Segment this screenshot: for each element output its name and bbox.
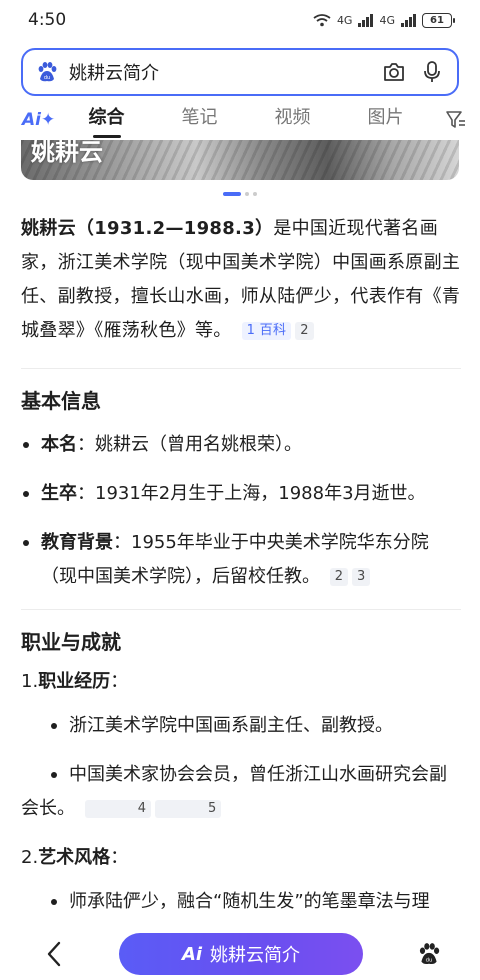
item-colon: ： (110, 671, 129, 692)
baidu-paw-icon: du (35, 60, 59, 84)
battery-level: 61 (430, 14, 444, 26)
svg-text:du: du (44, 75, 50, 81)
wifi-icon (313, 14, 331, 27)
item-key: 本名 (41, 434, 77, 455)
item-key: 艺术风格 (38, 847, 111, 868)
signal-icon-2 (401, 13, 416, 27)
signal-label-1: 4G (336, 13, 353, 27)
status-time: 4:50 (28, 10, 67, 30)
item-number: 1. (21, 671, 39, 692)
ai-mark: Ai (181, 943, 203, 965)
filter-icon[interactable] (432, 110, 480, 130)
chevron-left-icon (47, 941, 61, 967)
carousel-dot (245, 192, 249, 196)
carousel-dot (253, 192, 257, 196)
section-title-basic-info: 基本信息 (21, 389, 101, 413)
item-number: 2. (21, 847, 39, 868)
search-input[interactable]: 姚耕云简介 (69, 59, 369, 85)
signal-label-2: 4G (379, 13, 395, 27)
numbered-item-career: 1.职业经历： (21, 665, 461, 699)
tab-comprehensive[interactable]: 综合 (60, 100, 153, 140)
citation-4[interactable]: 4 (84, 800, 152, 818)
list-item: 教育背景：1955年毕业于中央美术学院华东分院（现中国美术学院），后留校任教。 … (21, 526, 461, 594)
item-text: 师承陆俨少，融合“随机生发”的笔墨章法与理 (69, 891, 430, 912)
tab-ai[interactable]: Ai✦ (0, 110, 60, 130)
carousel-dot-active (223, 192, 241, 196)
svg-text:du: du (426, 958, 433, 964)
list-item: 师承陆俨少，融合“随机生发”的笔墨章法与理 (21, 885, 461, 919)
banner-caption: 姚耕云 (31, 140, 103, 166)
list-item: 浙江美术学院中国画系副主任、副教授。 (21, 709, 461, 743)
item-value: ：姚耕云（曾用名姚根荣）。 (77, 434, 302, 455)
status-icons: 4G 4G 61 (313, 12, 455, 28)
item-key: 教育背景 (41, 532, 113, 553)
citation-baike[interactable]: 1 百科 (241, 322, 292, 340)
section-title-career: 职业与成就 (21, 630, 121, 654)
microphone-icon[interactable] (419, 59, 445, 85)
item-key: 职业经历 (38, 671, 111, 692)
item-text: 浙江美术学院中国画系副主任、副教授。 (69, 715, 393, 736)
ai-search-label: 姚耕云简介 (210, 945, 301, 966)
back-button[interactable] (40, 940, 68, 968)
list-item: 生卒：1931年2月生于上海，1988年3月逝世。 (21, 477, 461, 511)
item-value: ：1931年2月生于上海，1988年3月逝世。 (77, 483, 426, 504)
status-bar: 4:50 4G 4G 61 (0, 0, 480, 40)
carousel-indicator (0, 192, 480, 196)
search-tabs: Ai✦ 综合 笔记 视频 图片 (0, 100, 480, 140)
search-box[interactable]: du 姚耕云简介 (21, 48, 459, 96)
citation-2[interactable]: 2 (329, 568, 349, 586)
section-divider (21, 368, 461, 369)
tab-notes[interactable]: 笔记 (153, 100, 246, 140)
citation-5[interactable]: 5 (155, 800, 222, 818)
intro-paragraph: 姚耕云（1931.2—1988.3）是中国近现代著名画家，浙江美术学院（现中国美… (21, 212, 461, 348)
tab-videos[interactable]: 视频 (246, 100, 339, 140)
baidu-home-icon[interactable]: du (414, 939, 444, 969)
list-item: 本名：姚耕云（曾用名姚根荣）。 (21, 428, 461, 462)
answer-content: 姚耕云（1931.2—1988.3）是中国近现代著名画家，浙江美术学院（现中国美… (21, 212, 461, 934)
numbered-item-style: 2.艺术风格： (21, 841, 461, 875)
section-divider (21, 609, 461, 610)
tab-images[interactable]: 图片 (339, 100, 432, 140)
citation-3[interactable]: 3 (352, 568, 371, 586)
battery-icon: 61 (422, 12, 455, 28)
camera-search-icon[interactable] (381, 59, 407, 85)
item-key: 生卒 (41, 483, 77, 504)
ai-search-button[interactable]: Ai 姚耕云简介 (119, 933, 363, 975)
citation-2[interactable]: 2 (295, 322, 314, 340)
signal-icon-1 (358, 13, 374, 27)
list-item: 中国美术家协会会员，曾任浙江山水画研究会副会长。 45 (21, 758, 461, 826)
painting-banner-image[interactable]: 姚耕云 (21, 140, 459, 180)
intro-name-span: 姚耕云（1931.2—1988.3） (21, 218, 274, 239)
item-colon: ： (110, 847, 129, 868)
bottom-bar: Ai 姚耕云简介 du (0, 928, 480, 980)
